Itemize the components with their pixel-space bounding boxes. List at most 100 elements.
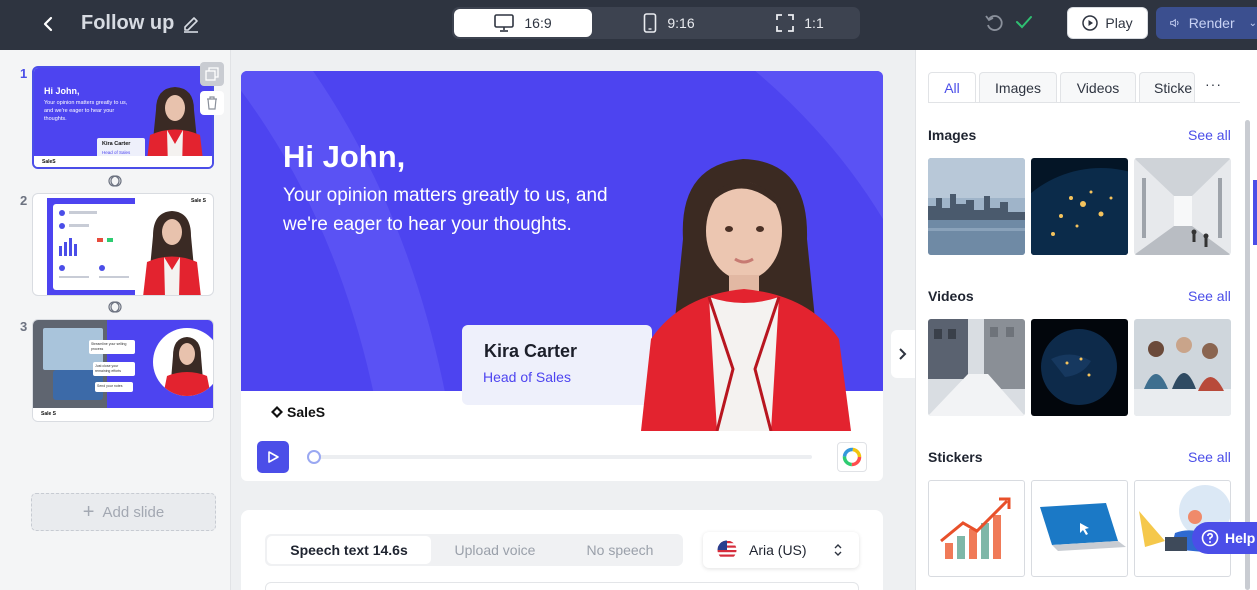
media-video-street-snow[interactable] bbox=[928, 319, 1025, 416]
section-title-videos: Videos bbox=[928, 288, 974, 304]
presenter-name: Kira Carter bbox=[484, 341, 578, 361]
brand-logo: SaleS bbox=[270, 404, 325, 420]
monitor-icon bbox=[494, 14, 515, 32]
voice-name: Aria (US) bbox=[749, 542, 807, 558]
thumb-bubble: Send your notes bbox=[95, 382, 133, 392]
duplicate-slide-button[interactable] bbox=[200, 62, 224, 86]
thumb-brand: Sale S bbox=[41, 411, 57, 417]
play-circle-icon bbox=[1082, 15, 1099, 31]
help-button[interactable]: Help bbox=[1192, 522, 1257, 554]
slide-number: 1 bbox=[20, 66, 28, 81]
media-sticker-growth-chart[interactable] bbox=[928, 480, 1025, 577]
speech-panel: Speech text 14.6s Upload voice No speech… bbox=[241, 510, 883, 590]
edge-indicator bbox=[1253, 180, 1257, 245]
back-arrow-icon[interactable] bbox=[38, 13, 60, 35]
chevron-right-icon bbox=[899, 348, 907, 360]
delete-slide-button[interactable] bbox=[200, 91, 224, 115]
media-image-earth-night[interactable] bbox=[1031, 158, 1128, 255]
section-title-images: Images bbox=[928, 127, 977, 143]
presenter-thumbnail bbox=[146, 87, 204, 167]
copy-icon bbox=[205, 67, 219, 81]
media-video-team-meeting[interactable] bbox=[1134, 319, 1231, 416]
tab-upload-voice[interactable]: Upload voice bbox=[433, 536, 557, 564]
render-button[interactable]: Render ⌄ bbox=[1156, 7, 1257, 39]
tab-images[interactable]: Images bbox=[979, 72, 1057, 102]
playback-scrubber[interactable] bbox=[307, 450, 321, 464]
media-panel: All Images Videos Sticke ··· Images See … bbox=[915, 50, 1257, 590]
plus-icon: + bbox=[82, 501, 95, 523]
collapse-panel-button[interactable] bbox=[891, 330, 915, 378]
media-video-earth-globe[interactable] bbox=[1031, 319, 1128, 416]
brand-mark-icon bbox=[271, 406, 283, 418]
editor-main: Hi John, Your opinion matters greatly to… bbox=[231, 50, 915, 590]
thumb-greeting: Hi John, bbox=[44, 86, 80, 96]
tab-all[interactable]: All bbox=[928, 72, 976, 102]
tab-videos[interactable]: Videos bbox=[1060, 72, 1136, 102]
speaker-icon bbox=[1170, 18, 1179, 28]
transition-icon[interactable] bbox=[108, 174, 122, 188]
thumb-role: Head of Sales bbox=[102, 150, 131, 155]
slide-greeting[interactable]: Hi John, bbox=[283, 139, 405, 175]
tab-speech-text[interactable]: Speech text 14.6s bbox=[267, 536, 431, 564]
thumb-bubble: Streamline your selling process bbox=[89, 340, 135, 354]
street-snow-video bbox=[928, 319, 1025, 416]
sort-chevron-icon bbox=[834, 544, 842, 556]
transition-icon[interactable] bbox=[108, 300, 122, 314]
hall-interior-image bbox=[1134, 158, 1231, 255]
play-button[interactable]: Play bbox=[1067, 7, 1148, 39]
tab-stickers[interactable]: Sticke bbox=[1139, 72, 1195, 102]
slide-thumbnail-2[interactable]: Sale S bbox=[32, 193, 214, 296]
slide-thumbnail-1[interactable]: Hi John, Your opinion matters greatly to… bbox=[32, 66, 214, 169]
edit-pencil-icon[interactable] bbox=[182, 13, 200, 33]
top-bar: Follow up 16:9 9:16 1:1 Play Render ⌄ bbox=[0, 0, 1257, 50]
thumb-name: Kira Carter bbox=[102, 141, 131, 147]
see-all-images-link[interactable]: See all bbox=[1188, 127, 1231, 143]
square-frame-icon bbox=[776, 14, 795, 32]
presenter-thumbnail bbox=[143, 211, 201, 295]
phone-icon bbox=[644, 13, 657, 33]
thumb-brand: SaleS bbox=[42, 159, 56, 165]
tabs-divider bbox=[928, 102, 1240, 103]
page-title: Follow up bbox=[81, 12, 175, 34]
ratio-label: 16:9 bbox=[524, 15, 552, 31]
undo-icon[interactable] bbox=[984, 13, 1004, 33]
panel-scrollbar[interactable] bbox=[1245, 120, 1250, 590]
speech-text-input[interactable] bbox=[265, 582, 859, 590]
city-skyline-image bbox=[928, 158, 1025, 255]
thumb-message: Your opinion matters greatly to us, and … bbox=[44, 100, 128, 122]
presenter-avatar[interactable] bbox=[621, 129, 883, 431]
slide-number: 3 bbox=[20, 319, 28, 334]
thumb-bubble: Just close your remaining efforts bbox=[93, 362, 135, 376]
tab-no-speech[interactable]: No speech bbox=[559, 536, 681, 564]
slide-thumbnail-3[interactable]: Streamline your selling process Just clo… bbox=[32, 319, 214, 422]
media-image-city-skyline[interactable] bbox=[928, 158, 1025, 255]
help-question-icon bbox=[1201, 529, 1219, 547]
speech-mode-tabs: Speech text 14.6s Upload voice No speech bbox=[265, 534, 683, 566]
trash-icon bbox=[207, 96, 217, 110]
media-sticker-laptop[interactable] bbox=[1031, 480, 1128, 577]
ratio-1-1-button[interactable]: 1:1 bbox=[760, 9, 840, 37]
add-slide-button[interactable]: + Add slide bbox=[31, 493, 216, 531]
brand-name: SaleS bbox=[287, 404, 326, 420]
see-all-stickers-link[interactable]: See all bbox=[1188, 449, 1231, 465]
chevron-down-icon: ⌄ bbox=[1248, 17, 1257, 29]
ratio-16-9-button[interactable]: 16:9 bbox=[454, 9, 592, 37]
growth-chart-sticker bbox=[940, 497, 1011, 559]
slide-canvas[interactable]: Hi John, Your opinion matters greatly to… bbox=[241, 71, 883, 481]
playback-progress-bar[interactable] bbox=[312, 455, 812, 459]
slide-number: 2 bbox=[20, 193, 28, 208]
ratio-9-16-button[interactable]: 9:16 bbox=[624, 9, 714, 37]
voice-select[interactable]: Aria (US) bbox=[703, 532, 859, 568]
more-options-icon[interactable]: ··· bbox=[1205, 76, 1222, 92]
earth-globe-video bbox=[1031, 319, 1128, 416]
media-image-hall-interior[interactable] bbox=[1134, 158, 1231, 255]
play-icon bbox=[268, 451, 279, 463]
presenter-role: Head of Sales bbox=[483, 369, 571, 385]
help-label: Help bbox=[1225, 530, 1256, 546]
slide-message[interactable]: Your opinion matters greatly to us, and … bbox=[283, 181, 633, 239]
us-flag-icon bbox=[717, 540, 737, 560]
color-picker-button[interactable] bbox=[837, 442, 867, 472]
see-all-videos-link[interactable]: See all bbox=[1188, 288, 1231, 304]
color-wheel-icon bbox=[842, 447, 862, 467]
player-play-button[interactable] bbox=[257, 441, 289, 473]
